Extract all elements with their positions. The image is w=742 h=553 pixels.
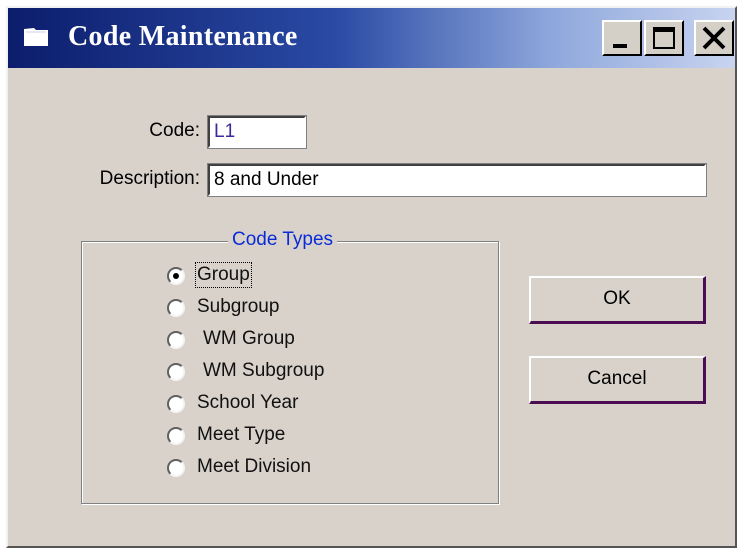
- maximize-button[interactable]: [644, 20, 684, 56]
- radio-button-icon: [167, 427, 185, 445]
- code-label: Code:: [149, 120, 200, 141]
- maximize-icon: [653, 27, 675, 49]
- window-title: Code Maintenance: [68, 21, 298, 52]
- radio-button-icon: [167, 299, 185, 317]
- title-bar[interactable]: Code Maintenance: [8, 8, 735, 68]
- minimize-icon: [613, 44, 627, 48]
- cancel-button[interactable]: Cancel: [529, 356, 706, 404]
- radio-label: Meet Type: [197, 424, 286, 445]
- app-icon: [24, 28, 48, 46]
- description-field[interactable]: 8 and Under: [207, 163, 707, 197]
- code-types-group: Code Types Group Subgroup WM Group WM Su…: [81, 229, 499, 504]
- radio-label: Subgroup: [197, 296, 280, 317]
- radio-label: Group: [195, 262, 252, 288]
- radio-label: School Year: [197, 392, 299, 413]
- code-maintenance-window: Code Maintenance Code: L1 Description: 8…: [6, 6, 737, 548]
- minimize-button[interactable]: [602, 20, 642, 56]
- radio-label: WM Subgroup: [203, 360, 325, 381]
- radio-button-icon: [167, 331, 185, 349]
- radio-button-icon: [167, 267, 185, 285]
- close-icon: [702, 26, 726, 50]
- radio-selected-dot: [173, 273, 179, 279]
- code-field[interactable]: L1: [207, 115, 307, 149]
- radio-label: WM Group: [203, 328, 295, 349]
- radio-button-icon: [167, 363, 185, 381]
- close-button[interactable]: [694, 20, 734, 56]
- description-label: Description:: [99, 168, 200, 189]
- ok-button[interactable]: OK: [529, 276, 706, 324]
- radio-button-icon: [167, 395, 185, 413]
- radio-button-icon: [167, 459, 185, 477]
- radio-label: Meet Division: [197, 456, 312, 477]
- code-types-legend: Code Types: [228, 229, 338, 251]
